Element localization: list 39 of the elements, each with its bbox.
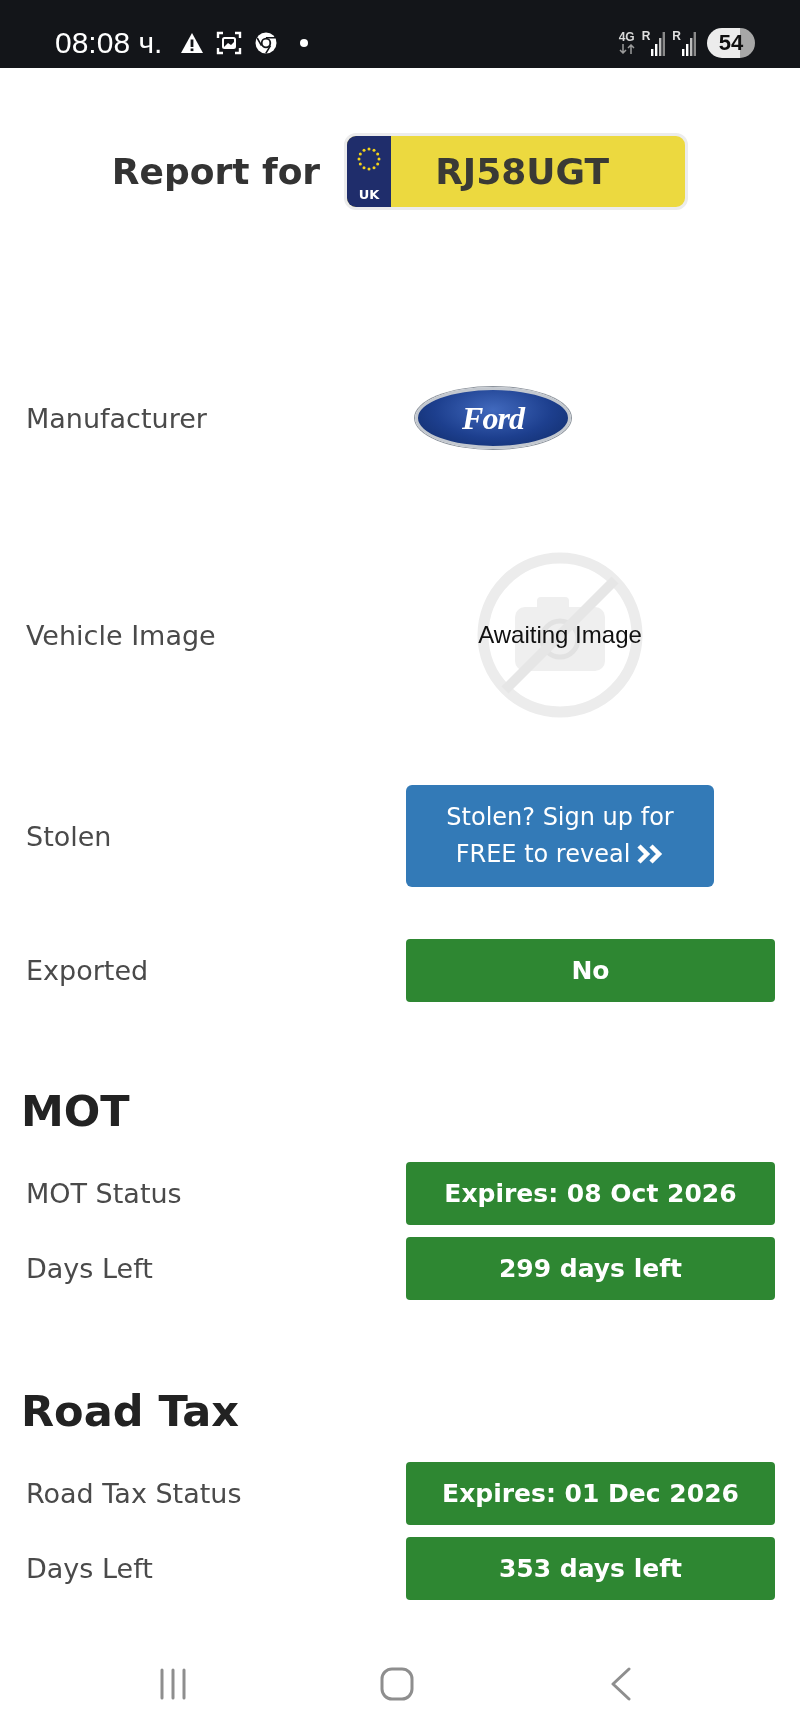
recent-apps-icon (159, 1668, 187, 1700)
roaming-label: R (672, 29, 681, 42)
status-banner: Expires: 01 Dec 2026 (406, 1462, 775, 1525)
status-banner: 353 days left (406, 1537, 775, 1600)
country-code: UK (358, 187, 380, 202)
awaiting-image-text: Awaiting Image (478, 621, 642, 649)
field-label: Road Tax Status (26, 1478, 243, 1509)
notification-dot-icon (300, 38, 309, 47)
warning-icon (180, 31, 205, 54)
home-icon (380, 1667, 414, 1701)
no-image-icon (477, 552, 643, 718)
field-label: Days Left (26, 1253, 154, 1284)
signal-icon (651, 31, 666, 56)
section-heading: MOT (20, 1085, 131, 1138)
battery-level: 54 (707, 27, 755, 58)
browser-icon (254, 30, 279, 55)
signal-icon (682, 31, 696, 56)
data-arrows-icon (618, 44, 635, 54)
field-label: MOT Status (26, 1178, 183, 1209)
report-title: Report for (111, 151, 321, 192)
screenshot-icon (216, 30, 243, 55)
network-type-label: 4G (618, 31, 635, 43)
back-icon (610, 1667, 632, 1701)
field-label: Days Left (26, 1553, 154, 1584)
double-chevron-icon (636, 843, 665, 865)
logo-wordmark: Ford (462, 402, 524, 434)
section-heading: Road Tax (20, 1385, 240, 1438)
registration-number: RJ58UGT (434, 151, 610, 192)
field-label: Vehicle Image (26, 619, 217, 651)
field-label: Manufacturer (26, 402, 208, 434)
clock-time: 08:08 ч. (55, 25, 163, 60)
field-label: Stolen (26, 820, 113, 852)
signup-reveal-button[interactable]: Stolen? Sign up for FREE to reveal (406, 785, 714, 887)
roaming-label: R (641, 29, 651, 42)
eu-stars-icon (356, 146, 383, 172)
status-banner: Expires: 08 Oct 2026 (406, 1162, 775, 1225)
field-label: Exported (26, 955, 150, 986)
status-banner: No (406, 939, 775, 1002)
status-banner: 299 days left (406, 1237, 775, 1300)
